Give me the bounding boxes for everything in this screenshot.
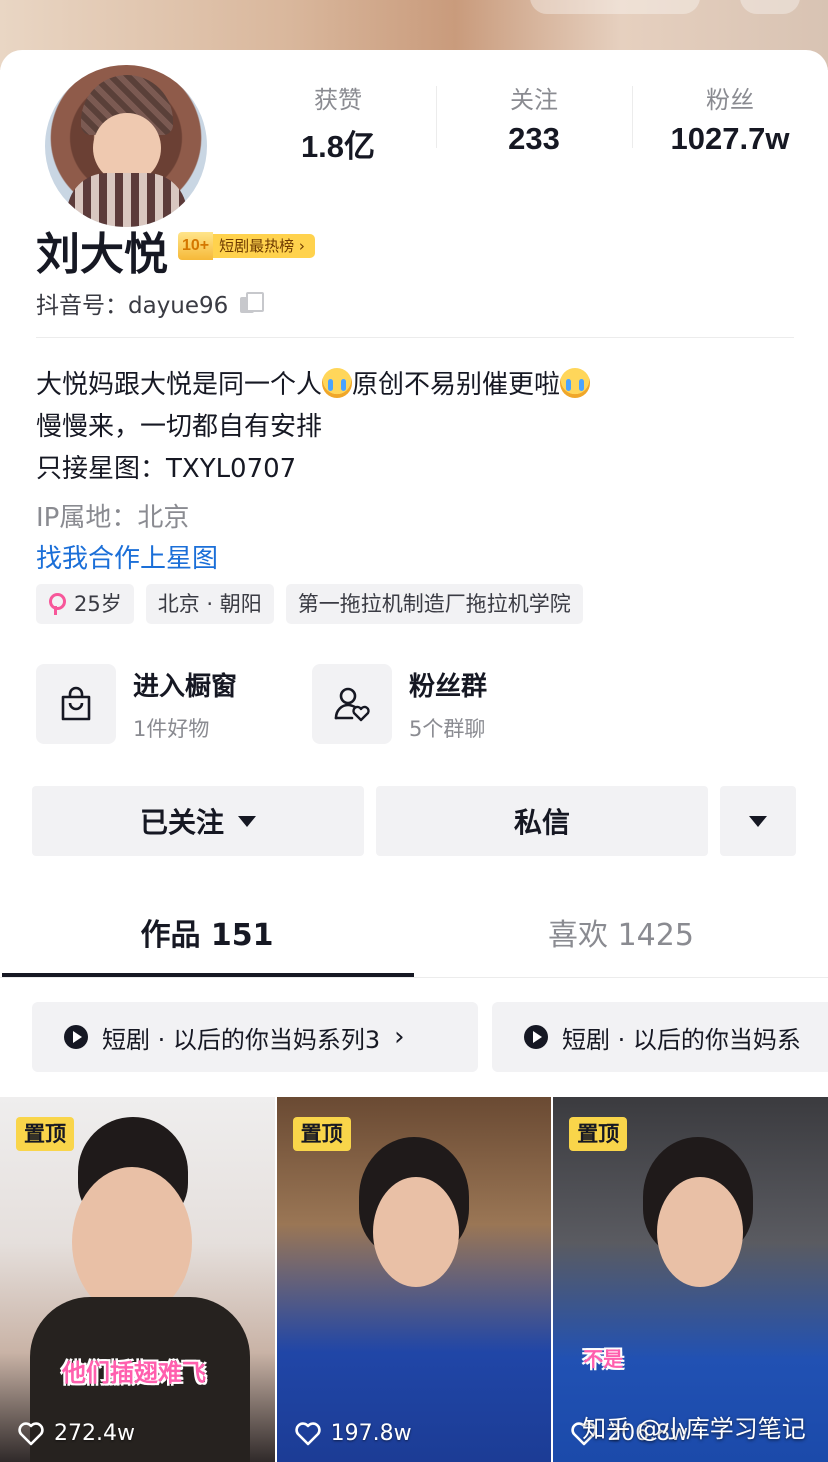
bio-text: 原创不易别催更啦: [352, 370, 561, 400]
avatar[interactable]: [40, 60, 212, 232]
likes-count: 197.8w: [330, 1421, 412, 1446]
stat-label: 关注: [510, 87, 558, 114]
video-caption: 不是: [583, 1347, 624, 1371]
following-button[interactable]: 已关注: [32, 786, 364, 856]
fans-group-text: 粉丝群 5个群聊: [409, 666, 487, 743]
shop-subtitle: 1件好物: [133, 716, 210, 741]
series-card[interactable]: 短剧 · 以后的你当妈系: [492, 1002, 828, 1072]
bio-line-3: 只接星图：TXYL0707: [36, 454, 297, 484]
message-button[interactable]: 私信: [376, 786, 708, 856]
tag-label: 25岁: [74, 592, 122, 616]
stat-following[interactable]: 关注 233: [436, 80, 632, 160]
fans-group-entry[interactable]: 粉丝群 5个群聊: [312, 664, 487, 744]
heart-icon: [294, 1421, 321, 1445]
bio: 大悦妈跟大悦是同一个人 原创不易别催更啦 慢慢来，一切都自有安排 只接星图：TXY…: [36, 364, 591, 490]
video-thumbnail[interactable]: 置顶 他们插翅难飞 272.4w: [0, 1097, 275, 1462]
video-likes: 197.8w: [294, 1421, 412, 1446]
crying-emoji-icon: [322, 368, 353, 398]
tag-label: 北京 · 朝阳: [157, 592, 262, 616]
female-icon: [48, 593, 66, 615]
thumbnail-figure: [72, 1167, 192, 1317]
cover-top-pill: [530, 0, 700, 14]
shop-title: 进入橱窗: [133, 671, 238, 702]
stat-likes[interactable]: 获赞 1.8亿: [240, 80, 436, 164]
tab-works[interactable]: 作品 151: [0, 900, 414, 977]
stat-label: 粉丝: [706, 87, 754, 114]
watermark: 知乎 @小库学习笔记: [582, 1415, 806, 1443]
pinned-badge: 置顶: [292, 1117, 351, 1151]
video-grid: 置顶 他们插翅难飞 272.4w 置顶 197.8w 置顶 不是 206.8w …: [0, 1097, 828, 1462]
video-thumbnail[interactable]: 置顶 197.8w: [276, 1097, 552, 1462]
stat-value: 233: [508, 121, 560, 156]
play-icon: [64, 1025, 88, 1049]
profile-tags: 25岁 北京 · 朝阳 第一拖拉机制造厂拖拉机学院: [36, 584, 583, 624]
user-heart-icon: [334, 687, 370, 722]
divider: [36, 337, 794, 338]
video-likes: 272.4w: [18, 1421, 135, 1446]
more-options-button[interactable]: [720, 786, 796, 856]
stat-value: 1.8亿: [300, 129, 376, 164]
profile-name: 刘大悦: [36, 229, 168, 280]
series-label: 短剧 · 以后的你当妈系列3: [102, 1025, 381, 1054]
shopping-bag-icon: [61, 686, 91, 721]
series-card[interactable]: 短剧 · 以后的你当妈系列3 ›: [32, 1002, 478, 1072]
stat-label: 获赞: [314, 87, 362, 114]
video-caption: 他们插翅难飞: [62, 1359, 206, 1387]
stats-bar: 获赞 1.8亿 关注 233 粉丝 1027.7w: [240, 80, 828, 164]
stat-followers[interactable]: 粉丝 1027.7w: [632, 80, 828, 160]
copy-icon[interactable]: [240, 292, 265, 314]
heart-icon: [18, 1421, 44, 1445]
douyin-id-text: 抖音号：dayue96: [36, 293, 229, 319]
tag-school[interactable]: 第一拖拉机制造厂拖拉机学院: [285, 584, 583, 624]
tag-age[interactable]: 25岁: [36, 584, 134, 624]
bio-text: 大悦妈跟大悦是同一个人: [36, 370, 323, 400]
caret-down-icon: [238, 815, 256, 827]
caret-down-icon: [749, 815, 767, 827]
message-button-label: 私信: [513, 806, 570, 839]
fans-group-subtitle: 5个群聊: [409, 716, 486, 741]
cover-top-dot: [740, 0, 800, 14]
series-label: 短剧 · 以后的你当妈系: [562, 1025, 801, 1054]
video-thumbnail[interactable]: 置顶 不是 206.8w 知乎 @小库学习笔记: [553, 1097, 828, 1462]
shop-entry[interactable]: 进入橱窗 1件好物: [36, 664, 237, 744]
fans-group-icon-box: [312, 664, 392, 744]
pinned-badge: 置顶: [569, 1117, 628, 1151]
bio-line-1: 大悦妈跟大悦是同一个人 原创不易别催更啦: [36, 364, 591, 406]
chevron-right-icon: ›: [394, 1022, 405, 1052]
fans-group-title: 粉丝群: [409, 671, 488, 702]
tag-location[interactable]: 北京 · 朝阳: [145, 584, 274, 624]
likes-count: 272.4w: [54, 1421, 135, 1446]
tag-label: 第一拖拉机制造厂拖拉机学院: [297, 592, 571, 616]
following-button-label: 已关注: [139, 806, 224, 839]
shop-icon-box: [36, 664, 116, 744]
shop-text: 进入橱窗 1件好物: [133, 666, 237, 743]
tab-likes[interactable]: 喜欢 1425: [414, 900, 828, 977]
douyin-id: 抖音号：dayue96: [36, 286, 265, 320]
series-row: 短剧 · 以后的你当妈系列3 › 短剧 · 以后的你当妈系: [32, 1002, 828, 1072]
play-icon: [524, 1025, 548, 1049]
star-link[interactable]: 找我合作上星图: [36, 538, 218, 575]
ip-location: IP属地：北京: [36, 503, 190, 533]
content-tabs: 作品 151 喜欢 1425: [0, 900, 828, 978]
bio-line-2: 慢慢来，一切都自有安排: [36, 412, 323, 442]
rank-badge[interactable]: 10+ 短剧最热榜 ›: [178, 232, 315, 260]
thumbnail-figure: [657, 1177, 744, 1287]
stat-value: 1027.7w: [670, 121, 790, 156]
rank-number: 10+: [178, 232, 214, 260]
thumbnail-figure: [372, 1177, 459, 1287]
crying-emoji-icon: [560, 368, 591, 398]
rank-text: 短剧最热榜 ›: [213, 234, 315, 258]
pinned-badge: 置顶: [16, 1117, 74, 1151]
